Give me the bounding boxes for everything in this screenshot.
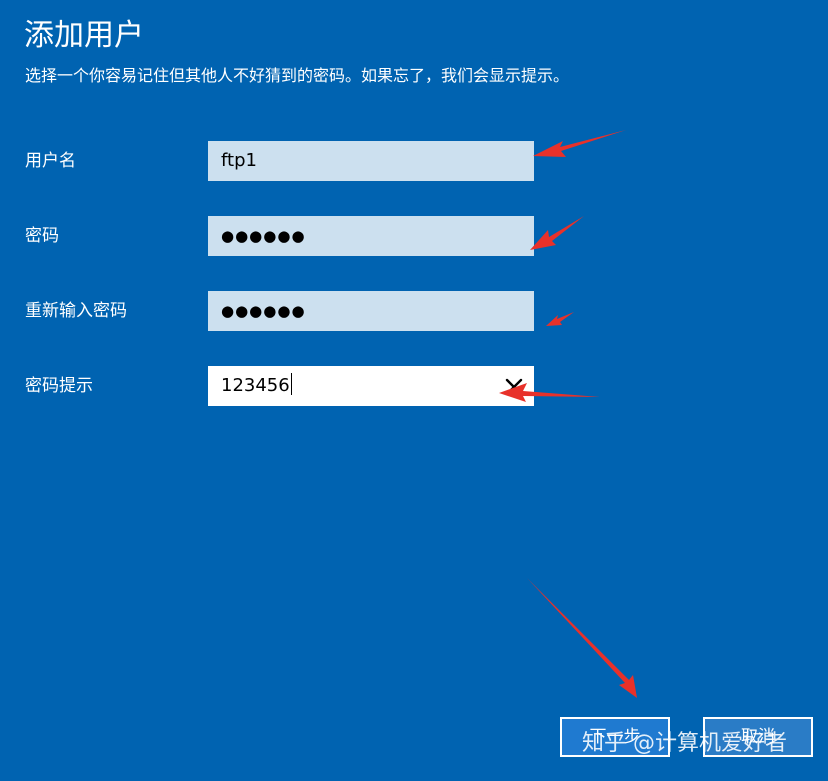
password-label: 密码 <box>25 226 59 246</box>
password-hint-row: 密码提示 123456 <box>0 366 828 406</box>
username-field[interactable]: ftp1 <box>208 141 534 181</box>
username-row: 用户名 ftp1 <box>0 141 828 181</box>
page-subtitle: 选择一个你容易记住但其他人不好猜到的密码。如果忘了，我们会显示提示。 <box>25 66 570 85</box>
password-hint-value: 123456 <box>221 375 290 396</box>
watermark: 知乎 @计算机爱好者 <box>582 731 787 756</box>
username-label: 用户名 <box>25 151 76 171</box>
page-title: 添加用户 <box>24 18 144 53</box>
text-caret <box>290 373 292 395</box>
close-icon[interactable] <box>502 374 526 398</box>
annotation-arrow-next-button <box>527 578 637 698</box>
password-hint-field[interactable]: 123456 <box>208 366 534 406</box>
confirm-password-label: 重新输入密码 <box>25 301 127 321</box>
password-hint-label: 密码提示 <box>25 376 93 396</box>
password-row: 密码 ●●●●●● <box>0 216 828 256</box>
confirm-password-field[interactable]: ●●●●●● <box>208 291 534 331</box>
password-field[interactable]: ●●●●●● <box>208 216 534 256</box>
confirm-password-row: 重新输入密码 ●●●●●● <box>0 291 828 331</box>
